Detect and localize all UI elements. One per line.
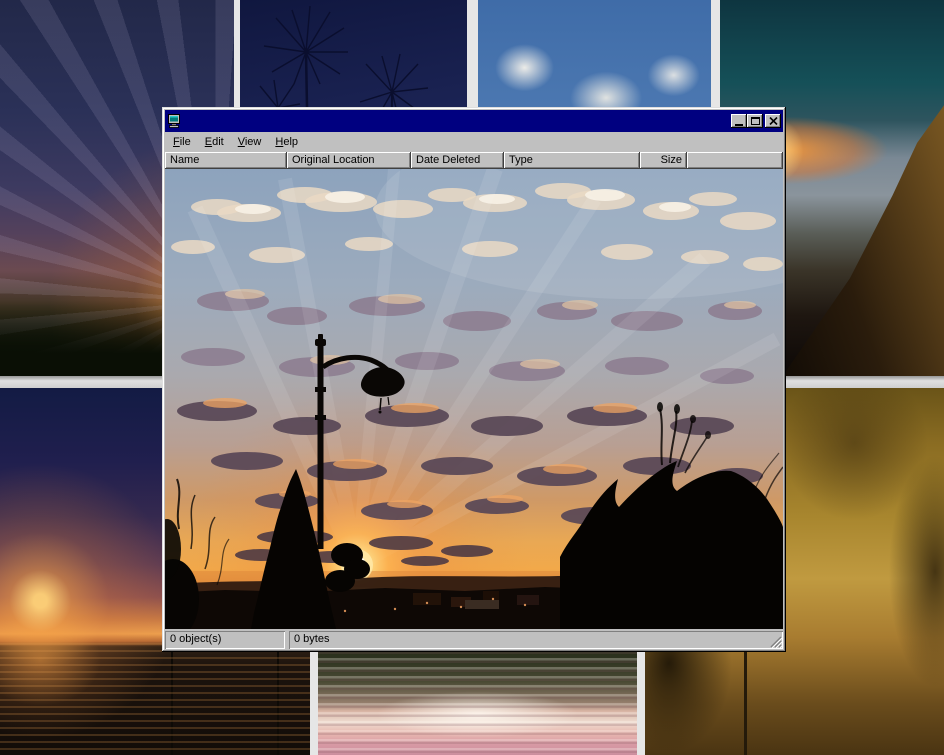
column-header-size[interactable]: Size (640, 152, 687, 169)
column-header-filler[interactable] (687, 152, 783, 169)
resize-grip-icon[interactable] (769, 635, 782, 648)
maximize-button[interactable] (747, 114, 763, 128)
menu-item-file[interactable]: File (166, 134, 198, 150)
computer-icon (167, 113, 183, 129)
status-bytes: 0 bytes (289, 631, 783, 649)
recycle-bin-window: FileEditViewHelp NameOriginal LocationDa… (162, 107, 786, 652)
menu-item-view[interactable]: View (231, 134, 269, 150)
sunset-photo (165, 169, 783, 629)
lake-pole (277, 646, 279, 755)
column-header-original-location[interactable]: Original Location (287, 152, 411, 169)
close-icon (769, 117, 778, 125)
file-list-area[interactable] (165, 169, 783, 629)
maximize-icon (751, 117, 760, 125)
menu-bar: FileEditViewHelp (165, 132, 783, 152)
titlebar[interactable] (165, 110, 783, 132)
minimize-button[interactable] (731, 114, 747, 128)
menu-item-edit[interactable]: Edit (198, 134, 231, 150)
lake-pole (171, 638, 173, 755)
window-controls (731, 114, 781, 128)
close-button[interactable] (765, 114, 781, 128)
status-objects: 0 object(s) (165, 631, 285, 649)
minimize-icon (735, 124, 743, 126)
column-header-name[interactable]: Name (165, 152, 287, 169)
column-header-date-deleted[interactable]: Date Deleted (411, 152, 504, 169)
status-bar: 0 object(s) 0 bytes (165, 629, 783, 649)
column-header-row: NameOriginal LocationDate DeletedTypeSiz… (165, 152, 783, 169)
column-header-type[interactable]: Type (504, 152, 640, 169)
menu-item-help[interactable]: Help (268, 134, 305, 150)
